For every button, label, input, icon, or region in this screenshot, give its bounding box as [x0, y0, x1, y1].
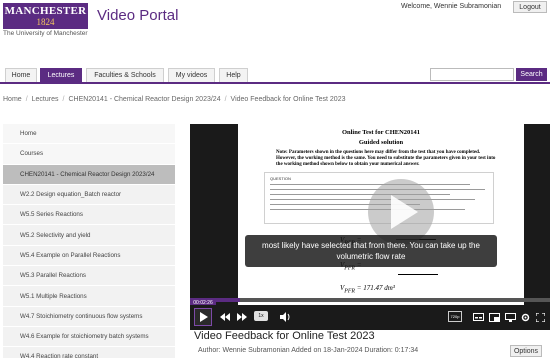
quality-button[interactable]: 720p — [448, 311, 462, 322]
sidebar-item-video[interactable]: W5.5 Series Reactions — [3, 205, 175, 226]
equation-fraction-line — [398, 274, 438, 275]
search-button[interactable]: Search — [516, 68, 547, 81]
video-caption: most likely have selected that from ther… — [245, 235, 497, 267]
captions-button[interactable] — [471, 309, 485, 325]
playback-rate-button[interactable]: 1x — [254, 311, 268, 321]
breadcrumb-lectures[interactable]: Lectures — [32, 96, 59, 103]
player-controls: 1x 720p — [190, 305, 550, 330]
slide-title: Online Test for CHEN20141 — [341, 129, 421, 136]
fast-forward-icon — [237, 313, 247, 321]
logo-subtitle: The University of Manchester — [3, 30, 88, 37]
options-button[interactable]: Options — [510, 345, 542, 357]
video-meta: Author: Wennie Subramonian Added on 18-J… — [198, 347, 419, 354]
play-icon — [199, 312, 208, 322]
sidebar-item-video[interactable]: W4.6 Example for stoichiometry batch sys… — [3, 326, 175, 348]
logo-year-text: 1824 — [36, 17, 55, 27]
play-overlay-icon — [391, 195, 418, 229]
caption-line: volumetric flow rate — [336, 252, 406, 261]
sidebar: Home Courses CHEN20141 - Chemical Reacto… — [3, 124, 175, 358]
tab-my-videos[interactable]: My videos — [168, 68, 215, 82]
caption-line: most likely have selected that from ther… — [262, 241, 480, 250]
sidebar-item-video[interactable]: W5.4 Example on Parallel Reactions — [3, 245, 175, 267]
university-logo[interactable]: MANCHESTER 1824 — [3, 3, 88, 29]
breadcrumb-course[interactable]: CHEN20141 - Chemical Reactor Design 2023… — [68, 96, 220, 103]
play-button[interactable] — [194, 308, 212, 326]
sidebar-item-video[interactable]: W5.3 Parallel Reactions — [3, 266, 175, 287]
video-frame-slide: Online Test for CHEN20141 Guided solutio… — [238, 124, 524, 308]
fast-forward-button[interactable] — [235, 309, 249, 325]
slide-note: Note: Parameters shown in the questions … — [276, 150, 496, 167]
sidebar-item-video[interactable]: W4.7 Stoichiometry continuous flow syste… — [3, 306, 175, 327]
question-label: QUESTION — [270, 176, 291, 181]
screen-icon — [504, 312, 516, 322]
equation-vpfr: VPFR = 171.47 dm³ — [340, 284, 395, 295]
video-player[interactable]: Online Test for CHEN20141 Guided solutio… — [190, 124, 550, 330]
tab-help[interactable]: Help — [219, 68, 248, 82]
fullscreen-icon — [535, 312, 545, 322]
sidebar-item-video[interactable]: W5.2 Selectivity and yield — [3, 225, 175, 246]
portal-title: Video Portal — [97, 7, 179, 24]
page: MANCHESTER 1824 The University of Manche… — [0, 0, 550, 358]
sidebar-item-course-current[interactable]: CHEN20141 - Chemical Reactor Design 2023… — [3, 164, 175, 185]
breadcrumb-separator: / — [62, 96, 65, 103]
breadcrumb-home[interactable]: Home — [3, 96, 22, 103]
volume-button[interactable] — [278, 309, 292, 325]
pip-icon — [488, 312, 500, 322]
sidebar-item-video[interactable]: W2.2 Design equation_Batch reactor — [3, 184, 175, 206]
welcome-text: Welcome, Wennie Subramonian — [401, 3, 502, 10]
sidebar-item-video[interactable]: W4.4 Reaction rate constant — [3, 347, 175, 358]
search-input[interactable] — [430, 68, 514, 81]
breadcrumb-current: Video Feedback for Online Test 2023 — [230, 96, 346, 103]
logout-button[interactable]: Logout — [513, 1, 547, 13]
sidebar-item-courses[interactable]: Courses — [3, 144, 175, 165]
progress-bar[interactable] — [190, 298, 550, 302]
rewind-icon — [220, 313, 230, 321]
nav-bar — [0, 82, 550, 84]
sidebar-item-home[interactable]: Home — [3, 124, 175, 145]
breadcrumb: Home / Lectures / CHEN20141 - Chemical React… — [3, 96, 345, 103]
question-text-line — [270, 184, 470, 186]
slide-subtitle: Guided solution — [358, 139, 404, 146]
logo-main-text: MANCHESTER — [4, 5, 87, 17]
video-title: Video Feedback for Online Test 2023 — [194, 330, 375, 342]
tab-lectures[interactable]: Lectures — [40, 68, 82, 82]
tab-home[interactable]: Home — [5, 68, 37, 82]
tab-faculties-schools[interactable]: Faculties & Schools — [86, 68, 164, 82]
gear-icon — [521, 313, 529, 321]
breadcrumb-separator: / — [25, 96, 28, 103]
breadcrumb-separator: / — [224, 96, 227, 103]
theater-mode-button[interactable] — [503, 309, 517, 325]
rewind-button[interactable] — [218, 309, 232, 325]
sidebar-item-video[interactable]: W5.1 Multiple Reactions — [3, 286, 175, 307]
picture-in-picture-button[interactable] — [487, 309, 501, 325]
settings-button[interactable] — [519, 309, 531, 325]
volume-icon — [279, 312, 289, 322]
captions-icon — [472, 313, 484, 321]
fullscreen-button[interactable] — [534, 309, 546, 325]
